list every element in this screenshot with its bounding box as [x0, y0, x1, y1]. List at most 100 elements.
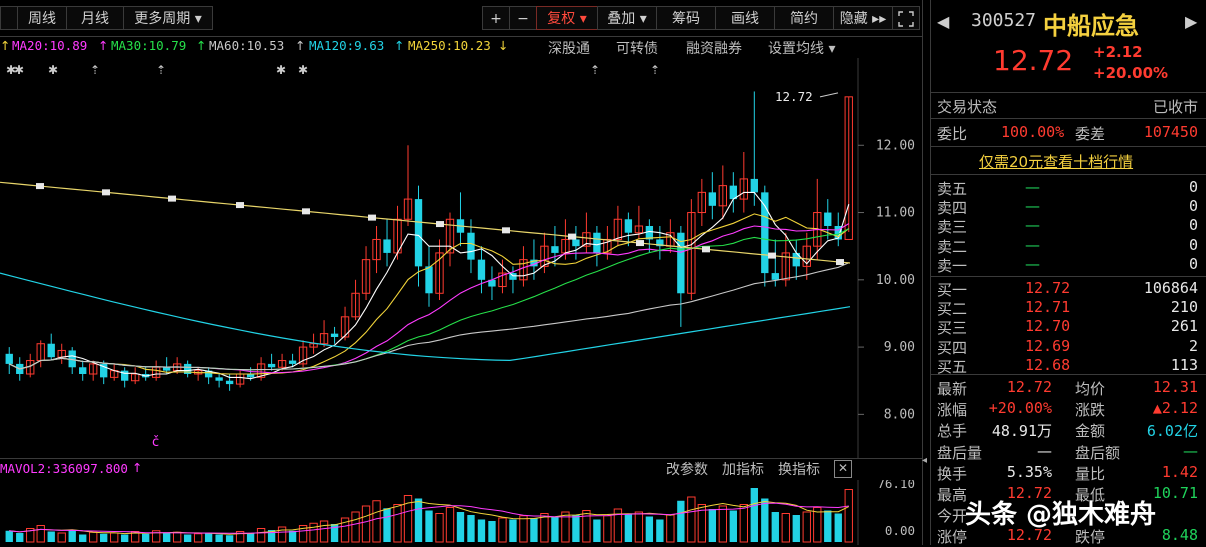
volume-bar [183, 534, 192, 542]
volume-bar [488, 521, 496, 542]
ask-row: 卖四 — 0 [937, 197, 1198, 217]
hk-connect-link[interactable]: 深股通 [548, 38, 590, 58]
volume-bar [351, 511, 360, 543]
kline-chart[interactable]: 12.0011.0010.009.008.0012.72✱✱ ✱ ⇡ ⇡ ✱ ✱ ⇡ ⇡č [0, 58, 922, 458]
price-axis-label: 10.00 [876, 273, 915, 288]
add-indicator-button[interactable]: 加指标 [722, 459, 764, 479]
stat-l2: 量比 [1075, 464, 1106, 483]
volume-bar [593, 519, 601, 542]
hide-button[interactable]: 隐藏 ▸▸ [833, 6, 893, 30]
candle-body [383, 239, 391, 253]
volume-bar [288, 530, 297, 542]
event-marker-icon: ⇡ [156, 63, 166, 77]
ma20-label: MA20:10.89 [12, 38, 88, 53]
divider [931, 92, 1206, 93]
volume-header: MAVOL2:336097.800 ↑ 改参数 加指标 换指标 ✕ [0, 458, 922, 481]
event-marker-icon: ⇡ [90, 63, 100, 77]
volume-bar [739, 504, 748, 543]
candle-body [593, 232, 601, 253]
volume-bar [603, 515, 612, 543]
monthly-button[interactable]: 月线 [66, 6, 124, 30]
simple-button[interactable]: 简约 [774, 6, 834, 30]
volume-bar [498, 517, 507, 543]
stats-row: 换手 5.35% 量比 1.42 [937, 463, 1198, 483]
volume-bar [572, 515, 580, 542]
status-value: 已收市 [1152, 98, 1198, 116]
volume-bar [162, 533, 171, 542]
weekly-button[interactable]: 周线 [17, 6, 67, 30]
level10-upgrade-link[interactable]: 仅需20元查看十档行情 [979, 151, 1133, 172]
ma250-marker [436, 221, 444, 228]
ma-settings-dropdown[interactable]: 设置均线 ▾ [768, 38, 835, 58]
candle-body [624, 219, 633, 233]
volume-bar [708, 509, 717, 542]
ratio-value: 100.00% [1001, 123, 1065, 141]
change-indicator-button[interactable]: 换指标 [778, 459, 820, 479]
event-marker-icon: ✱ [48, 63, 58, 77]
bid-row: 买三 12.70 261 [937, 317, 1198, 337]
book-level-label: 买一 [937, 281, 968, 299]
price-axis-label: 9.00 [884, 340, 915, 355]
draw-line-button[interactable]: 画线 [715, 6, 775, 30]
zoom-in-button[interactable]: + [482, 6, 510, 30]
ma20-arrow: ↑ [98, 38, 109, 53]
volume-bar [16, 533, 24, 542]
divider [931, 146, 1206, 147]
volume-bar [215, 534, 223, 542]
volume-bar [425, 510, 433, 542]
next-stock-icon[interactable]: ▶ [1185, 12, 1197, 31]
stat-v1: 5.35% [1006, 462, 1052, 481]
volume-bar [57, 532, 66, 543]
volume-bar [225, 535, 234, 542]
ma120-label: MA120:9.63 [309, 38, 385, 53]
zoom-out-button[interactable]: − [509, 6, 537, 30]
margin-trading-link[interactable]: 融资融券 [686, 38, 742, 58]
ma250-marker [702, 246, 710, 253]
ma120-arrow: ↑ [394, 38, 405, 53]
book-price: 12.68 [1025, 355, 1071, 374]
volume-bar [729, 510, 737, 542]
fullscreen-button[interactable] [892, 6, 920, 30]
prev-stock-icon[interactable]: ◀ [937, 12, 949, 31]
book-price: 12.71 [1025, 298, 1071, 317]
close-indicator-icon[interactable]: ✕ [834, 460, 852, 478]
collapse-handle[interactable]: ◂ [922, 455, 930, 475]
candle-body [771, 273, 779, 280]
event-marker-icon: ✱ [276, 63, 286, 77]
volume-bar [435, 513, 444, 543]
volume-bar [771, 512, 779, 542]
candle-body [708, 192, 717, 206]
stat-l2: 金额 [1075, 422, 1106, 441]
candle-body [267, 363, 276, 368]
diff-label: 委差 [1075, 125, 1106, 143]
volume-bar [110, 532, 119, 543]
more-periods-dropdown[interactable]: 更多周期 ▾ [123, 6, 213, 30]
volume-bar [121, 534, 129, 542]
ask-row: 卖一 — 0 [937, 255, 1198, 275]
volume-bar [141, 533, 150, 542]
overlay-dropdown[interactable]: 叠加 ▾ [597, 6, 657, 30]
volume-bar [383, 508, 391, 542]
candle-body [467, 232, 475, 260]
chart-toolbar: 周线 月线 更多周期 ▾ + − 复权 ▾ 叠加 ▾ 筹码 画线 简约 隐藏 ▸… [0, 0, 922, 37]
price-change-pct: +20.00% [1093, 64, 1169, 82]
order-ratio-row: 委比 100.00% 委差 107450 [937, 123, 1198, 143]
volume-bar [761, 498, 769, 542]
book-volume: 0 [1188, 197, 1198, 216]
adjust-rights-dropdown[interactable]: 复权 ▾ [536, 6, 598, 30]
volume-bar [256, 528, 266, 543]
volume-bar [824, 510, 832, 542]
stat-l1: 盘后量 [937, 443, 983, 462]
candle-body [761, 192, 769, 274]
book-volume: 113 [1170, 355, 1198, 374]
chips-button[interactable]: 筹码 [656, 6, 716, 30]
volume-bar [634, 511, 644, 543]
book-volume: 210 [1170, 298, 1198, 317]
edit-params-button[interactable]: 改参数 [666, 459, 708, 479]
book-level-label: 买二 [937, 300, 968, 319]
stat-l1: 总手 [937, 422, 968, 441]
convertible-bond-link[interactable]: 可转债 [616, 38, 658, 58]
stats-row: 盘后量 — 盘后额 — [937, 442, 1198, 462]
event-marker-icon: ✱ [298, 63, 308, 77]
candle-body [330, 333, 339, 337]
